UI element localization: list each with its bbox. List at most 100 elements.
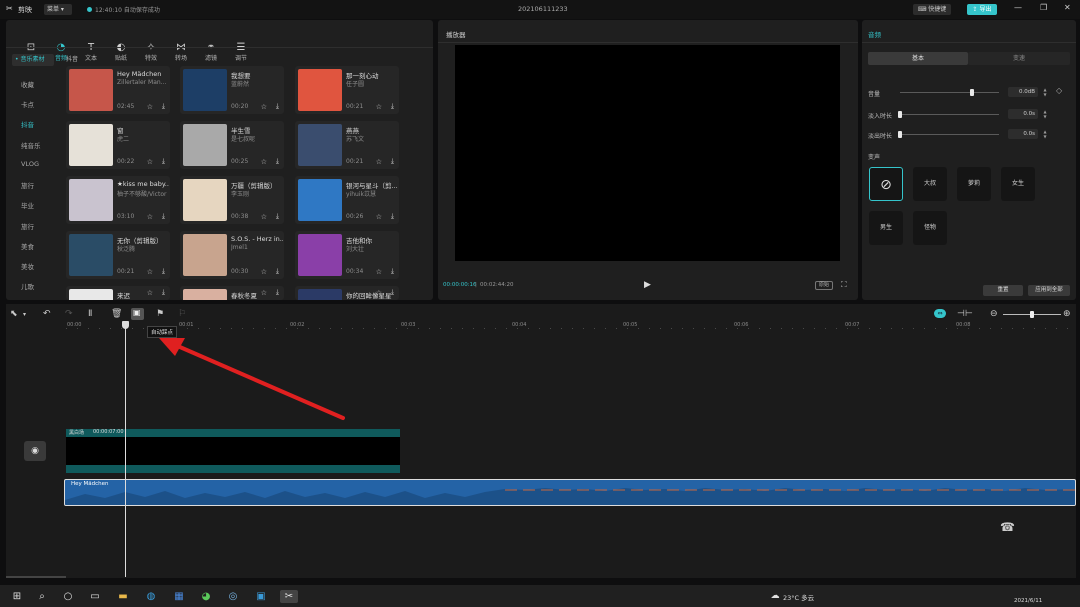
volume-slider[interactable] xyxy=(900,92,999,93)
shortcut-button[interactable]: ⌨ 快捷键 xyxy=(913,4,951,15)
cortana-icon[interactable]: ○ xyxy=(61,590,75,603)
sidebar-item-vlog[interactable]: VLOG xyxy=(13,160,53,168)
favorite-star-icon[interactable]: ☆ xyxy=(261,289,267,297)
delete-icon[interactable]: 🗑 xyxy=(111,309,122,319)
video-preview[interactable] xyxy=(455,45,840,261)
windows-start-icon[interactable]: ⊞ xyxy=(10,590,24,603)
song-card[interactable]: 万疆（剪辑版） 李玉刚 00:38 ☆ ⤓ xyxy=(180,176,284,224)
fadeout-spinner[interactable]: ▲ ▼ xyxy=(1042,129,1048,139)
select-dropdown-icon[interactable]: ▾ xyxy=(23,311,26,318)
fadeout-slider-knob[interactable] xyxy=(898,131,902,138)
download-icon[interactable]: ⤓ xyxy=(276,212,279,221)
marker-icon[interactable]: ⚑ xyxy=(156,309,164,319)
auto-beat-button[interactable]: ▣ xyxy=(131,308,144,320)
favorite-star-icon[interactable]: ☆ xyxy=(376,268,382,276)
fadein-slider-knob[interactable] xyxy=(898,111,902,118)
favorite-star-icon[interactable]: ☆ xyxy=(376,103,382,111)
fadeout-slider[interactable] xyxy=(900,134,999,135)
play-icon[interactable]: ▶ xyxy=(644,280,651,290)
sidebar-item-beats[interactable]: 卡点 xyxy=(13,99,53,109)
voice-uncle-button[interactable]: 大叔 xyxy=(913,167,947,201)
sidebar-item-favorites[interactable]: 收藏 xyxy=(13,79,53,89)
song-card[interactable]: 银河与星斗（剪... yihuik苡慧 00:26 ☆ ⤓ xyxy=(295,176,399,224)
tab-adjust[interactable]: ☰调节 xyxy=(226,42,256,62)
download-icon[interactable]: ⤓ xyxy=(162,102,165,111)
app-icon-5[interactable]: ◎ xyxy=(226,590,240,603)
download-icon[interactable]: ⤓ xyxy=(391,102,394,111)
fadeout-value[interactable]: 0.0s xyxy=(1008,129,1038,139)
edge-browser-icon[interactable]: ◍ xyxy=(144,590,158,603)
reset-button[interactable]: 重置 xyxy=(983,285,1023,296)
song-card[interactable]: 我想要 蓝蔚然 00:20 ☆ ⤓ xyxy=(180,66,284,114)
export-button[interactable]: ⇪ 导出 xyxy=(967,4,997,15)
voice-none-button[interactable]: ⊘ xyxy=(869,167,903,201)
favorite-star-icon[interactable]: ☆ xyxy=(376,158,382,166)
favorite-star-icon[interactable]: ☆ xyxy=(147,268,153,276)
favorite-star-icon[interactable]: ☆ xyxy=(261,103,267,111)
song-card[interactable]: 吉他和你 刘大壮 00:34 ☆ ⤓ xyxy=(295,231,399,279)
tab-sticker[interactable]: ◐贴纸 xyxy=(106,42,136,62)
playhead-handle[interactable] xyxy=(122,321,129,329)
sidebar-item-travel-2[interactable]: 旅行 xyxy=(13,221,53,231)
playhead-line[interactable] xyxy=(125,322,126,577)
fullscreen-icon[interactable]: ⛶ xyxy=(841,280,847,290)
download-icon[interactable]: ⤓ xyxy=(391,212,394,221)
voice-male-button[interactable]: 男生 xyxy=(869,211,903,245)
sidebar-item-kids[interactable]: 儿歌 xyxy=(13,281,53,291)
song-card[interactable]: 无你（剪辑版） 秋泛腾 00:21 ☆ ⤓ xyxy=(66,231,170,279)
task-view-icon[interactable]: ▭ xyxy=(88,590,102,603)
voice-loli-button[interactable]: 萝莉 xyxy=(957,167,991,201)
snap-toggle-icon[interactable]: ⇔ xyxy=(934,309,946,318)
song-card[interactable]: 那一刻心动 任子圆 00:21 ☆ ⤓ xyxy=(295,66,399,114)
fadein-slider[interactable] xyxy=(900,114,999,115)
timeline-scrollbar[interactable] xyxy=(6,576,66,578)
close-icon[interactable]: ✕ xyxy=(1064,3,1071,12)
favorite-star-icon[interactable]: ☆ xyxy=(147,103,153,111)
download-icon[interactable]: ⤓ xyxy=(162,267,165,276)
minimize-icon[interactable]: — xyxy=(1014,3,1022,12)
sidebar-item-douyin[interactable]: 抖音 xyxy=(13,119,53,129)
favorite-star-icon[interactable]: ☆ xyxy=(376,213,382,221)
favorite-star-icon[interactable]: ☆ xyxy=(147,213,153,221)
volume-slider-knob[interactable] xyxy=(970,89,975,96)
sidebar-item-pure-music[interactable]: 纯音乐 xyxy=(13,140,53,150)
song-card[interactable]: 窗虎二 00:22 ☆ ⤓ xyxy=(66,121,170,169)
keyframe-icon[interactable]: ◇ xyxy=(1056,86,1062,95)
song-card[interactable]: S.O.S. - Herz in... Jmel1 00:30 ☆ ⤓ xyxy=(180,231,284,279)
voice-monster-button[interactable]: 怪物 xyxy=(913,211,947,245)
ratio-button[interactable]: 原始 xyxy=(815,281,833,290)
download-icon[interactable]: ⤓ xyxy=(276,288,279,297)
tab-basic[interactable]: 基本 xyxy=(868,52,968,65)
song-card[interactable]: Hey Mädchen Zillertaler Man... 02:45 ☆ ⤓ xyxy=(66,66,170,114)
undo-icon[interactable]: ↶ xyxy=(43,309,51,319)
song-card[interactable]: 你的回眸像星星 ☆ ⤓ xyxy=(295,286,399,300)
audio-clip[interactable]: Hey Mädchen xyxy=(64,479,1076,506)
track-mute-button[interactable]: ◉ xyxy=(24,441,46,461)
tab-effects[interactable]: ✧特效 xyxy=(136,42,166,62)
song-card[interactable]: ★kiss me baby... 柚子不够酸/Victor 03:10 ☆ ⤓ xyxy=(66,176,170,224)
sidebar-item-food[interactable]: 美食 xyxy=(13,241,53,251)
tab-transition[interactable]: ⋈转场 xyxy=(166,42,196,62)
download-icon[interactable]: ⤓ xyxy=(162,288,165,297)
download-icon[interactable]: ⤓ xyxy=(276,267,279,276)
fadein-spinner[interactable]: ▲ ▼ xyxy=(1042,109,1048,119)
song-card[interactable]: 半生雪 是七叔呢 00:25 ☆ ⤓ xyxy=(180,121,284,169)
tab-speed[interactable]: 变速 xyxy=(968,52,1070,65)
download-icon[interactable]: ⤓ xyxy=(276,157,279,166)
phone-icon[interactable]: ☎ xyxy=(1000,520,1015,534)
favorite-star-icon[interactable]: ☆ xyxy=(376,289,382,297)
wechat-icon[interactable]: ◕ xyxy=(199,590,213,603)
fadein-value[interactable]: 0.0s xyxy=(1008,109,1038,119)
sidebar-header[interactable]: • 音乐素材 xyxy=(12,54,54,66)
redo-icon[interactable]: ↷ xyxy=(65,309,73,319)
zoom-out-icon[interactable]: ⊖ xyxy=(990,309,998,319)
download-icon[interactable]: ⤓ xyxy=(391,267,394,276)
volume-spinner[interactable]: ▲ ▼ xyxy=(1042,87,1048,97)
maximize-icon[interactable]: ❐ xyxy=(1040,3,1047,12)
song-card[interactable]: 春秋冬夏 ☆ ⤓ xyxy=(180,286,284,300)
video-clip[interactable]: 黑白场 00:00:07:00 xyxy=(66,429,400,473)
tab-text[interactable]: T文本 xyxy=(76,42,106,62)
favorite-star-icon[interactable]: ☆ xyxy=(147,158,153,166)
favorite-star-icon[interactable]: ☆ xyxy=(261,158,267,166)
song-card[interactable]: 来迟 ☆ ⤓ xyxy=(66,286,170,300)
